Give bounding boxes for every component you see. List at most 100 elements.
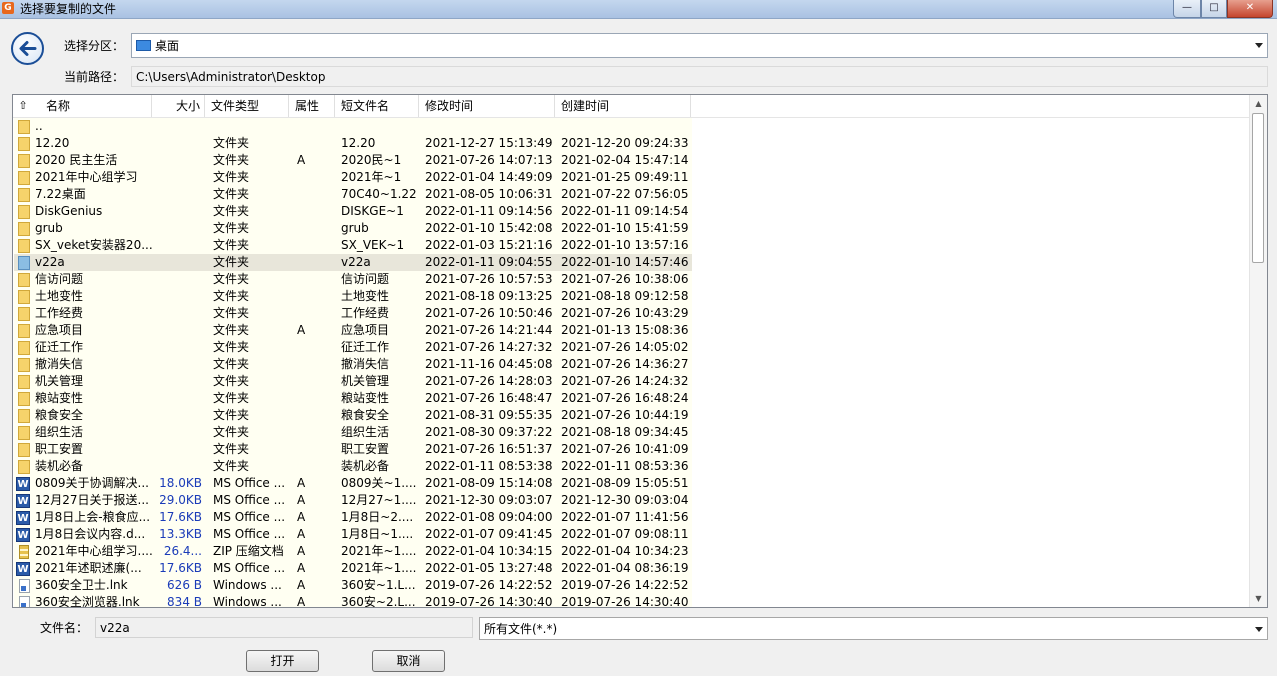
cell-type: 文件夹 xyxy=(213,204,250,218)
cell-modified: 2021-08-09 15:14:08 xyxy=(425,476,553,490)
vertical-scrollbar[interactable]: ▲ ▼ xyxy=(1249,95,1267,607)
table-row[interactable]: 360安全浏览器.lnk 834 B Windows ... A 360安~2.L...… xyxy=(14,594,692,608)
cell-modified: 2021-08-18 09:13:25 xyxy=(425,289,553,303)
cell-attr: A xyxy=(297,527,306,541)
scroll-thumb[interactable] xyxy=(1252,113,1264,263)
column-header-modified[interactable]: 修改时间 xyxy=(419,95,555,117)
cell-type: 文件夹 xyxy=(213,408,250,422)
cell-name: 0809关于协调解决... xyxy=(35,476,149,490)
cell-short: 信访问题 xyxy=(341,272,390,286)
table-row[interactable]: 工作经费 文件夹 工作经费 2021-07-26 10:50:46 2021-07-26… xyxy=(14,305,692,322)
cell-modified: 2022-01-11 08:53:38 xyxy=(425,459,553,473)
cell-name: 2021年述职述廉(... xyxy=(35,561,142,575)
folder-icon xyxy=(18,324,30,338)
close-button[interactable]: ✕ xyxy=(1227,0,1273,18)
table-row[interactable]: v22a 文件夹 v22a 2022-01-11 09:04:55 2022-01-10… xyxy=(14,254,692,271)
file-list[interactable]: ⇧ 名称 大小 文件类型 属性 短文件名 修改时间 创建时间 .. 12.20 文件… xyxy=(12,94,1268,608)
folder-icon xyxy=(18,392,30,406)
table-row[interactable]: W 1月8日会议内容.d... 13.3KB MS Office ... A 1月8日~1… xyxy=(14,526,692,543)
table-row[interactable]: DiskGenius 文件夹 DISKGE~1 2022-01-11 09:14:56… xyxy=(14,203,692,220)
cell-type: 文件夹 xyxy=(213,425,250,439)
cell-type: 文件夹 xyxy=(213,357,250,371)
cell-name: 2021年中心组学习 xyxy=(35,170,138,184)
maximize-button[interactable]: □ xyxy=(1201,0,1227,18)
table-row[interactable]: 土地变性 文件夹 土地变性 2021-08-18 09:13:25 2021-08-18… xyxy=(14,288,692,305)
cell-type: 文件夹 xyxy=(213,153,250,167)
list-header: ⇧ 名称 大小 文件类型 属性 短文件名 修改时间 创建时间 xyxy=(13,95,1249,118)
minimize-button[interactable]: — xyxy=(1173,0,1201,18)
cell-modified: 2021-11-16 04:45:08 xyxy=(425,357,553,371)
cell-created: 2019-07-26 14:30:40 xyxy=(561,595,689,608)
table-row[interactable]: 撤消失信 文件夹 撤消失信 2021-11-16 04:45:08 2021-07-26… xyxy=(14,356,692,373)
scroll-up-icon[interactable]: ▲ xyxy=(1250,95,1267,112)
cell-type: 文件夹 xyxy=(213,238,250,252)
table-row[interactable]: W 12月27日关于报送... 29.0KB MS Office ... A 12月27~… xyxy=(14,492,692,509)
cancel-button[interactable]: 取消 xyxy=(372,650,445,672)
cell-created: 2019-07-26 14:22:52 xyxy=(561,578,689,592)
table-row[interactable]: 信访问题 文件夹 信访问题 2021-07-26 10:57:53 2021-07-26… xyxy=(14,271,692,288)
table-row[interactable]: W 2021年述职述廉(... 17.6KB MS Office ... A 2021年~… xyxy=(14,560,692,577)
table-row[interactable]: 征迁工作 文件夹 征迁工作 2021-07-26 14:27:32 2021-07-26… xyxy=(14,339,692,356)
back-button[interactable] xyxy=(11,32,44,65)
cell-modified: 2021-07-26 14:07:13 xyxy=(425,153,553,167)
open-button[interactable]: 打开 xyxy=(246,650,319,672)
table-row[interactable]: 粮食安全 文件夹 粮食安全 2021-08-31 09:55:35 2021-07-26… xyxy=(14,407,692,424)
partition-dropdown[interactable]: 桌面 xyxy=(131,33,1268,58)
table-row[interactable]: 粮站变性 文件夹 粮站变性 2021-07-26 16:48:47 2021-07-26… xyxy=(14,390,692,407)
table-row[interactable]: 360安全卫士.lnk 626 B Windows ... A 360安~1.L... 2… xyxy=(14,577,692,594)
cell-created: 2022-01-11 09:14:54 xyxy=(561,204,689,218)
cell-created: 2021-12-30 09:03:04 xyxy=(561,493,689,507)
table-row[interactable]: W 1月8日上会-粮食应... 17.6KB MS Office ... A 1月8日~2… xyxy=(14,509,692,526)
zip-archive-icon xyxy=(19,545,29,559)
cell-name: DiskGenius xyxy=(35,204,103,218)
filename-input[interactable]: v22a xyxy=(95,617,473,638)
column-header-name[interactable]: ⇧ 名称 xyxy=(13,95,152,117)
cell-modified: 2021-12-27 15:13:49 xyxy=(425,136,553,150)
file-type-filter-dropdown[interactable]: 所有文件(*.*) xyxy=(479,617,1268,640)
table-row[interactable]: 2020 民主生活 文件夹 A 2020民~1 2021-07-26 14:07:13 2… xyxy=(14,152,692,169)
table-row[interactable]: SX_veket安装器20... 文件夹 SX_VEK~1 2022-01-03 15… xyxy=(14,237,692,254)
table-row[interactable]: 应急项目 文件夹 A 应急项目 2021-07-26 14:21:44 2021-01-1… xyxy=(14,322,692,339)
cell-short: DISKGE~1 xyxy=(341,204,404,218)
table-row[interactable]: 组织生活 文件夹 组织生活 2021-08-30 09:37:22 2021-08-18… xyxy=(14,424,692,441)
table-row[interactable]: .. xyxy=(14,118,692,135)
table-row[interactable]: 2021年中心组学习 文件夹 2021年~1 2022-01-04 14:49:09 2… xyxy=(14,169,692,186)
table-row[interactable]: 7.22桌面 文件夹 70C40~1.22 2021-08-05 10:06:31 20… xyxy=(14,186,692,203)
title-bar: G 选择要复制的文件 — □ ✕ xyxy=(0,0,1277,19)
folder-icon xyxy=(18,290,30,304)
cell-created: 2022-01-10 13:57:16 xyxy=(561,238,689,252)
column-header-short[interactable]: 短文件名 xyxy=(335,95,419,117)
cell-type: 文件夹 xyxy=(213,442,250,456)
cell-short: 12.20 xyxy=(341,136,376,150)
word-doc-icon: W xyxy=(16,511,30,525)
table-row[interactable]: 机关管理 文件夹 机关管理 2021-07-26 14:28:03 2021-07-26… xyxy=(14,373,692,390)
table-row[interactable]: 12.20 文件夹 12.20 2021-12-27 15:13:49 2021-12-… xyxy=(14,135,692,152)
cell-type: 文件夹 xyxy=(213,289,250,303)
table-row[interactable]: grub 文件夹 grub 2022-01-10 15:42:08 2022-01-10… xyxy=(14,220,692,237)
desktop-icon xyxy=(136,40,151,51)
cell-name: grub xyxy=(35,221,63,235)
chevron-down-icon xyxy=(1255,627,1263,632)
cell-short: 360安~1.L... xyxy=(341,578,416,592)
cell-short: 粮站变性 xyxy=(341,391,390,405)
table-row[interactable]: W 0809关于协调解决... 18.0KB MS Office ... A 0809关~… xyxy=(14,475,692,492)
cell-modified: 2021-08-30 09:37:22 xyxy=(425,425,553,439)
table-row[interactable]: 装机必备 文件夹 装机必备 2022-01-11 08:53:38 2022-01-11… xyxy=(14,458,692,475)
table-row[interactable]: 2021年中心组学习.... 26.4... ZIP 压缩文档 A 2021年~1...… xyxy=(14,543,692,560)
scroll-down-icon[interactable]: ▼ xyxy=(1250,590,1267,607)
cell-name: 1月8日上会-粮食应... xyxy=(35,510,151,524)
column-header-type[interactable]: 文件类型 xyxy=(205,95,289,117)
column-header-attr[interactable]: 属性 xyxy=(289,95,335,117)
column-header-created[interactable]: 创建时间 xyxy=(555,95,691,117)
cell-created: 2021-02-04 15:47:14 xyxy=(561,153,689,167)
shortcut-icon xyxy=(19,579,30,593)
cell-size: 29.0KB xyxy=(159,493,202,507)
cell-created: 2021-07-26 14:36:27 xyxy=(561,357,689,371)
cell-type: 文件夹 xyxy=(213,170,250,184)
cell-modified: 2022-01-05 13:27:48 xyxy=(425,561,553,575)
cell-name: 信访问题 xyxy=(35,272,84,286)
table-row[interactable]: 职工安置 文件夹 职工安置 2021-07-26 16:51:37 2021-07-26… xyxy=(14,441,692,458)
column-header-size[interactable]: 大小 xyxy=(152,95,205,117)
cell-modified: 2021-07-26 10:57:53 xyxy=(425,272,553,286)
cell-short: 粮食安全 xyxy=(341,408,390,422)
